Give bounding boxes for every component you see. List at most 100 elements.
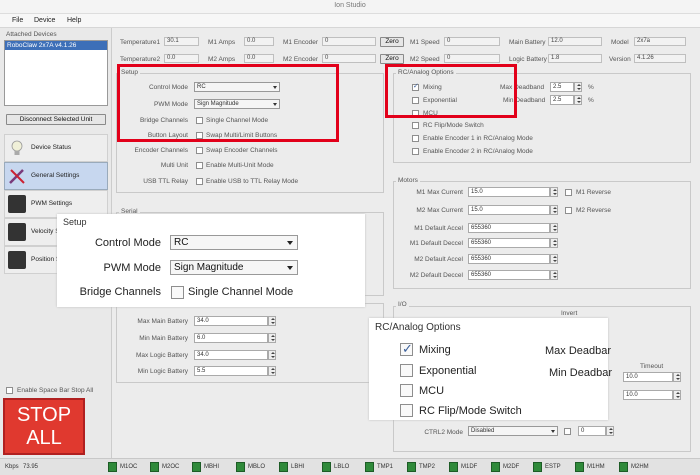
spin-arrows-icon[interactable] (550, 187, 558, 197)
battery-row-label: Min Logic Battery (137, 368, 188, 375)
motor-row-label: M1 Default Deccel (409, 240, 463, 247)
spin-arrows-icon[interactable] (268, 366, 276, 376)
m1-speed-label: M1 Speed (410, 39, 440, 46)
min-logic-battery-input[interactable]: 5.5 (194, 366, 276, 376)
spin-arrows-icon[interactable] (550, 238, 558, 248)
model-value: 2x7a (634, 37, 686, 46)
m1-max-current-input[interactable]: 15.0 (468, 187, 558, 197)
zoom-exponential-checkbox[interactable] (400, 364, 413, 377)
m1-default-accel-input[interactable]: 655360 (468, 223, 558, 233)
spin-arrows-icon[interactable] (550, 254, 558, 264)
min-logic-battery-value: 5.5 (197, 368, 206, 374)
chevron-down-icon (551, 430, 555, 433)
zoom-mixing-checkbox[interactable] (400, 341, 413, 357)
m2-default-deccel-input[interactable]: 655360 (468, 270, 558, 280)
zoom-rc-flip-checkbox[interactable] (400, 404, 413, 417)
spin-arrows-icon[interactable] (574, 82, 582, 92)
device-list[interactable]: RoboClaw 2x7A v4.1.26 (4, 40, 108, 106)
nav-device-status[interactable]: Device Status (4, 134, 108, 162)
motors-title: Motors (396, 177, 420, 184)
disconnect-button[interactable]: Disconnect Selected Unit (6, 114, 106, 125)
max-logic-battery-input[interactable]: 34.0 (194, 350, 276, 360)
zero-m2-button[interactable]: Zero (380, 54, 404, 64)
motor-row-label: M1 Default Accel (414, 225, 463, 232)
max-main-battery-value: 34.0 (197, 318, 209, 324)
menu-help[interactable]: Help (67, 17, 81, 24)
usb-ttl-label: USB TTL Relay (143, 178, 188, 185)
version-label: Version (609, 56, 631, 63)
spin-arrows-icon[interactable] (550, 205, 558, 215)
spin-arrows-icon[interactable] (550, 270, 558, 280)
rc-flip-checkbox[interactable] (412, 122, 419, 129)
max-deadband-value: 2.5 (553, 84, 562, 90)
led-lblo (322, 462, 331, 472)
m1-reverse-label: M1 Reverse (576, 189, 612, 196)
stop-all-button[interactable]: STOP ALL (3, 398, 85, 455)
battery-row-label: Max Logic Battery (135, 352, 188, 359)
m1-default-deccel-input[interactable]: 655360 (468, 238, 558, 248)
spin-arrows-icon[interactable] (574, 95, 582, 105)
ctrl2-number-input[interactable]: 0 (578, 426, 614, 436)
encoder1-rc-checkbox[interactable] (412, 135, 419, 142)
rc-flip-label: RC Flip/Mode Switch (423, 122, 484, 129)
chevron-down-icon (287, 241, 293, 245)
zoom-control-mode-select[interactable]: RC (170, 235, 298, 250)
m2-default-accel-value: 655360 (471, 256, 492, 262)
spin-arrows-icon[interactable] (268, 333, 276, 343)
timeout2-input[interactable]: 10.0 (623, 390, 681, 400)
encoder2-rc-checkbox[interactable] (412, 148, 419, 155)
max-deadband-input[interactable]: 2.5 (550, 82, 582, 92)
zoom-single-channel-checkbox[interactable] (171, 286, 184, 299)
zero-m1-button[interactable]: Zero (380, 37, 404, 47)
nav-general-settings[interactable]: General Settings (4, 162, 108, 190)
min-main-battery-input[interactable]: 6.0 (194, 333, 276, 343)
zoom-setup-title: Setup (63, 217, 87, 227)
title-bar: Ion Studio (0, 0, 700, 14)
nav-label: General Settings (31, 172, 80, 179)
kbps-value: 73.95 (23, 464, 39, 470)
space-bar-stop-checkbox[interactable] (6, 387, 13, 394)
led-label: TMP1 (377, 464, 394, 470)
m2-reverse-checkbox[interactable] (565, 207, 572, 214)
m2-max-current-input[interactable]: 15.0 (468, 205, 558, 215)
swap-encoder-checkbox[interactable] (196, 147, 203, 154)
m2-default-accel-input[interactable]: 655360 (468, 254, 558, 264)
led-label: M2OC (162, 464, 180, 470)
led-label: M1HM (587, 464, 605, 470)
zoom-rc-flip-label: RC Flip/Mode Switch (419, 405, 522, 417)
status-bar: Kbps 73.95 M1OC M2OC MBHI MBLO LBHI LBLO… (0, 458, 700, 475)
ctrl2-mode-select[interactable]: Disabled (468, 426, 558, 436)
min-deadband-input[interactable]: 2.5 (550, 95, 582, 105)
m1-default-accel-value: 655360 (471, 225, 492, 231)
spin-arrows-icon[interactable] (606, 426, 614, 436)
led-m2df (491, 462, 500, 472)
menu-bar: File Device Help (0, 14, 700, 28)
timeout-label: Timeout (640, 363, 664, 370)
device-list-item[interactable]: RoboClaw 2x7A v4.1.26 (5, 41, 107, 50)
menu-file[interactable]: File (12, 17, 23, 24)
spin-arrows-icon[interactable] (268, 350, 276, 360)
spin-arrows-icon[interactable] (673, 372, 681, 382)
zoom-pwm-mode-value: Sign Magnitude (174, 262, 244, 273)
led-m2hm (619, 462, 628, 472)
m1-reverse-checkbox[interactable] (565, 189, 572, 196)
spin-arrows-icon[interactable] (268, 316, 276, 326)
zoom-mcu-checkbox[interactable] (400, 384, 413, 397)
max-main-battery-input[interactable]: 34.0 (194, 316, 276, 326)
m1-amps-value: 0.0 (244, 37, 274, 46)
menu-device[interactable]: Device (34, 17, 55, 24)
zoom-max-deadband-label: Max Deadbar (545, 345, 612, 357)
led-label: M2HM (631, 464, 649, 470)
m2-reverse-label: M2 Reverse (576, 207, 612, 214)
zoom-callout-rc-analog: RC/Analog Options Mixing Exponential MCU… (369, 318, 612, 420)
led-m1df (449, 462, 458, 472)
zoom-single-channel-label: Single Channel Mode (188, 286, 294, 298)
multi-unit-checkbox[interactable] (196, 162, 203, 169)
usb-ttl-checkbox[interactable] (196, 178, 203, 185)
encoder2-rc-label: Enable Encoder 2 in RC/Analog Mode (423, 148, 533, 155)
spin-arrows-icon[interactable] (550, 223, 558, 233)
zoom-pwm-mode-select[interactable]: Sign Magnitude (170, 260, 298, 275)
spin-arrows-icon[interactable] (673, 390, 681, 400)
ctrl2-invert-checkbox[interactable] (564, 428, 571, 435)
timeout1-input[interactable]: 10.0 (623, 372, 681, 382)
